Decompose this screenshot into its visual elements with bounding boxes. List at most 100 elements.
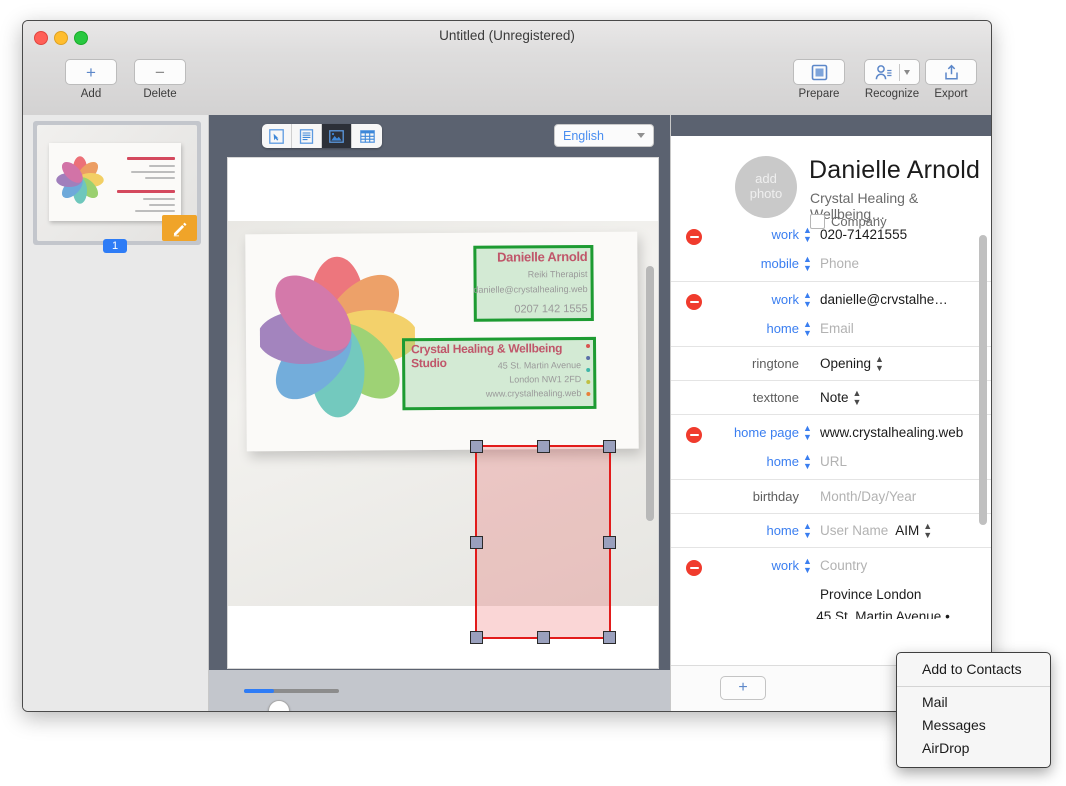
field-row[interactable]: ringtone ▲▼ Opening ▲▼ — [671, 349, 991, 378]
field-label[interactable]: mobile — [684, 256, 803, 271]
remove-field-button[interactable] — [686, 229, 702, 245]
field-value-placeholder[interactable]: Email — [820, 321, 854, 336]
resize-handle-se[interactable] — [603, 631, 616, 644]
zoom-slider-knob[interactable] — [268, 700, 290, 711]
text-lines-icon — [299, 128, 314, 144]
resize-handle-n[interactable] — [537, 440, 550, 453]
prepare-button[interactable]: Prepare — [787, 59, 851, 100]
add-field-button[interactable]: + — [720, 676, 766, 700]
field-label[interactable]: home — [684, 321, 803, 336]
remove-field-button[interactable] — [686, 427, 702, 443]
field-row[interactable]: work ▲ ▼ 020-71421555 — [671, 220, 991, 249]
edit-thumbnail-button[interactable] — [162, 215, 197, 241]
stepper-icon[interactable]: ▲ ▼ — [803, 423, 812, 441]
image-tool-button[interactable] — [322, 124, 352, 148]
thumb-studio-line — [117, 190, 175, 193]
language-value: English — [563, 128, 604, 143]
field-group-url: home page ▲ ▼ www.crystalhealing.web home… — [671, 415, 991, 480]
field-value-province[interactable]: Province London — [820, 587, 921, 602]
field-value-placeholder[interactable]: User Name — [820, 523, 888, 538]
field-value[interactable]: 020-71421555 — [820, 227, 907, 242]
field-row[interactable]: ▲▼ Province London — [671, 580, 991, 609]
thumb-name-line — [127, 157, 175, 160]
pencil-icon — [173, 222, 187, 236]
field-value[interactable]: Note — [820, 390, 849, 405]
table-tool-button[interactable] — [352, 124, 382, 148]
field-row[interactable]: work ▲ ▼ danielle@crvstalhe… — [671, 285, 991, 314]
language-dropdown[interactable]: English — [554, 124, 654, 147]
field-row[interactable]: home ▲ ▼ User Name AIM ▲ ▼ — [671, 516, 991, 545]
card-dot — [586, 343, 591, 348]
resize-handle-w[interactable] — [470, 536, 483, 549]
stepper-icon[interactable]: ▲ ▼ — [923, 521, 932, 539]
image-selection-box[interactable] — [470, 440, 616, 644]
field-row[interactable]: birthday ▲▼ Month/Day/Year — [671, 482, 991, 511]
avatar-line-2: photo — [749, 186, 783, 201]
card-email: danielle@crystalhealing.web — [473, 283, 588, 295]
stepper-icon[interactable]: ▲ ▼ — [803, 521, 812, 539]
stepper-icon[interactable]: ▲ ▼ — [853, 388, 862, 406]
zoom-slider-track[interactable] — [244, 689, 339, 711]
stepper-icon[interactable]: ▲ ▼ — [803, 290, 812, 308]
field-row[interactable]: ▲▼ 45 St. Martin Avenue • NLUI… — [671, 609, 991, 620]
cursor-arrow-icon — [269, 128, 284, 144]
remove-field-button[interactable] — [686, 560, 702, 576]
prepare-button-icon-box — [793, 59, 845, 85]
stepper-icon[interactable]: ▲ ▼ — [803, 452, 812, 470]
recognize-person-icon — [875, 64, 891, 79]
field-value[interactable]: danielle@crvstalhe… — [820, 292, 948, 307]
resize-handle-ne[interactable] — [603, 440, 616, 453]
field-value-placeholder[interactable]: URL — [820, 454, 847, 469]
field-value[interactable]: Opening — [820, 356, 871, 371]
field-value-placeholder[interactable]: Country — [820, 558, 867, 573]
viewer-vertical-scrollbar[interactable] — [646, 266, 654, 521]
contact-fields-list[interactable]: work ▲ ▼ 020-71421555 mobile ▲ ▼ Phone wor… — [671, 217, 991, 620]
field-row[interactable]: home page ▲ ▼ www.crystalhealing.web — [671, 418, 991, 447]
recognize-button-icon-box — [864, 59, 920, 85]
stepper-icon[interactable]: ▲ ▼ — [803, 254, 812, 272]
contact-panel-scrollbar[interactable] — [979, 235, 987, 525]
text-tool-button[interactable] — [292, 124, 322, 148]
card-website: www.crystalhealing.web — [485, 388, 582, 399]
prepare-icon — [811, 64, 827, 80]
contact-name[interactable]: Danielle Arnold — [809, 156, 980, 185]
im-service-value[interactable]: AIM — [895, 523, 919, 538]
document-page[interactable]: Danielle Arnold Reiki Therapist danielle… — [227, 157, 659, 669]
resize-handle-sw[interactable] — [470, 631, 483, 644]
stepper-icon[interactable]: ▲ ▼ — [803, 556, 812, 574]
page-number-badge: 1 — [103, 239, 127, 253]
field-value-placeholder[interactable]: Month/Day/Year — [820, 489, 916, 504]
remove-field-button[interactable] — [686, 294, 702, 310]
menu-item-add-to-contacts[interactable]: Add to Contacts — [897, 658, 1050, 681]
menu-item-messages[interactable]: Messages — [897, 714, 1050, 737]
resize-handle-e[interactable] — [603, 536, 616, 549]
field-label[interactable]: home — [684, 454, 803, 469]
add-button[interactable]: + Add — [59, 59, 123, 100]
resize-handle-s[interactable] — [537, 631, 550, 644]
delete-button[interactable]: − Delete — [128, 59, 192, 100]
field-row[interactable]: mobile ▲ ▼ Phone — [671, 249, 991, 278]
stepper-icon[interactable]: ▲ ▼ — [803, 225, 812, 243]
chevron-down-icon[interactable] — [903, 69, 910, 75]
select-tool-button[interactable] — [262, 124, 292, 148]
avatar[interactable]: add photo — [735, 156, 797, 218]
resize-handle-nw[interactable] — [470, 440, 483, 453]
menu-item-mail[interactable]: Mail — [897, 691, 1050, 714]
stepper-icon[interactable]: ▲ ▼ — [803, 319, 812, 337]
field-label[interactable]: home — [684, 523, 803, 538]
ocr-region-studio-block[interactable]: Crystal Healing & Wellbeing Studio 45 St… — [401, 336, 597, 411]
field-value[interactable]: www.crystalhealing.web — [820, 425, 963, 440]
field-value-street[interactable]: 45 St. Martin Avenue • NLUI… — [816, 609, 991, 620]
stepper-icon[interactable]: ▲ ▼ — [875, 354, 884, 372]
province-value[interactable]: London — [876, 587, 921, 602]
field-row[interactable]: home ▲ ▼ URL — [671, 447, 991, 476]
field-row[interactable]: home ▲ ▼ Email — [671, 314, 991, 343]
field-value-placeholder[interactable]: Phone — [820, 256, 859, 271]
ocr-region-name-block[interactable]: Danielle Arnold Reiki Therapist danielle… — [473, 244, 594, 322]
thumbnail-item-1[interactable] — [33, 121, 201, 245]
field-row[interactable]: texttone ▲▼ Note ▲▼ — [671, 383, 991, 412]
field-row[interactable]: work ▲ ▼ Country — [671, 551, 991, 580]
menu-item-airdrop[interactable]: AirDrop — [897, 737, 1050, 760]
export-button[interactable]: Export — [919, 59, 983, 100]
field-label: ringtone — [752, 356, 799, 371]
